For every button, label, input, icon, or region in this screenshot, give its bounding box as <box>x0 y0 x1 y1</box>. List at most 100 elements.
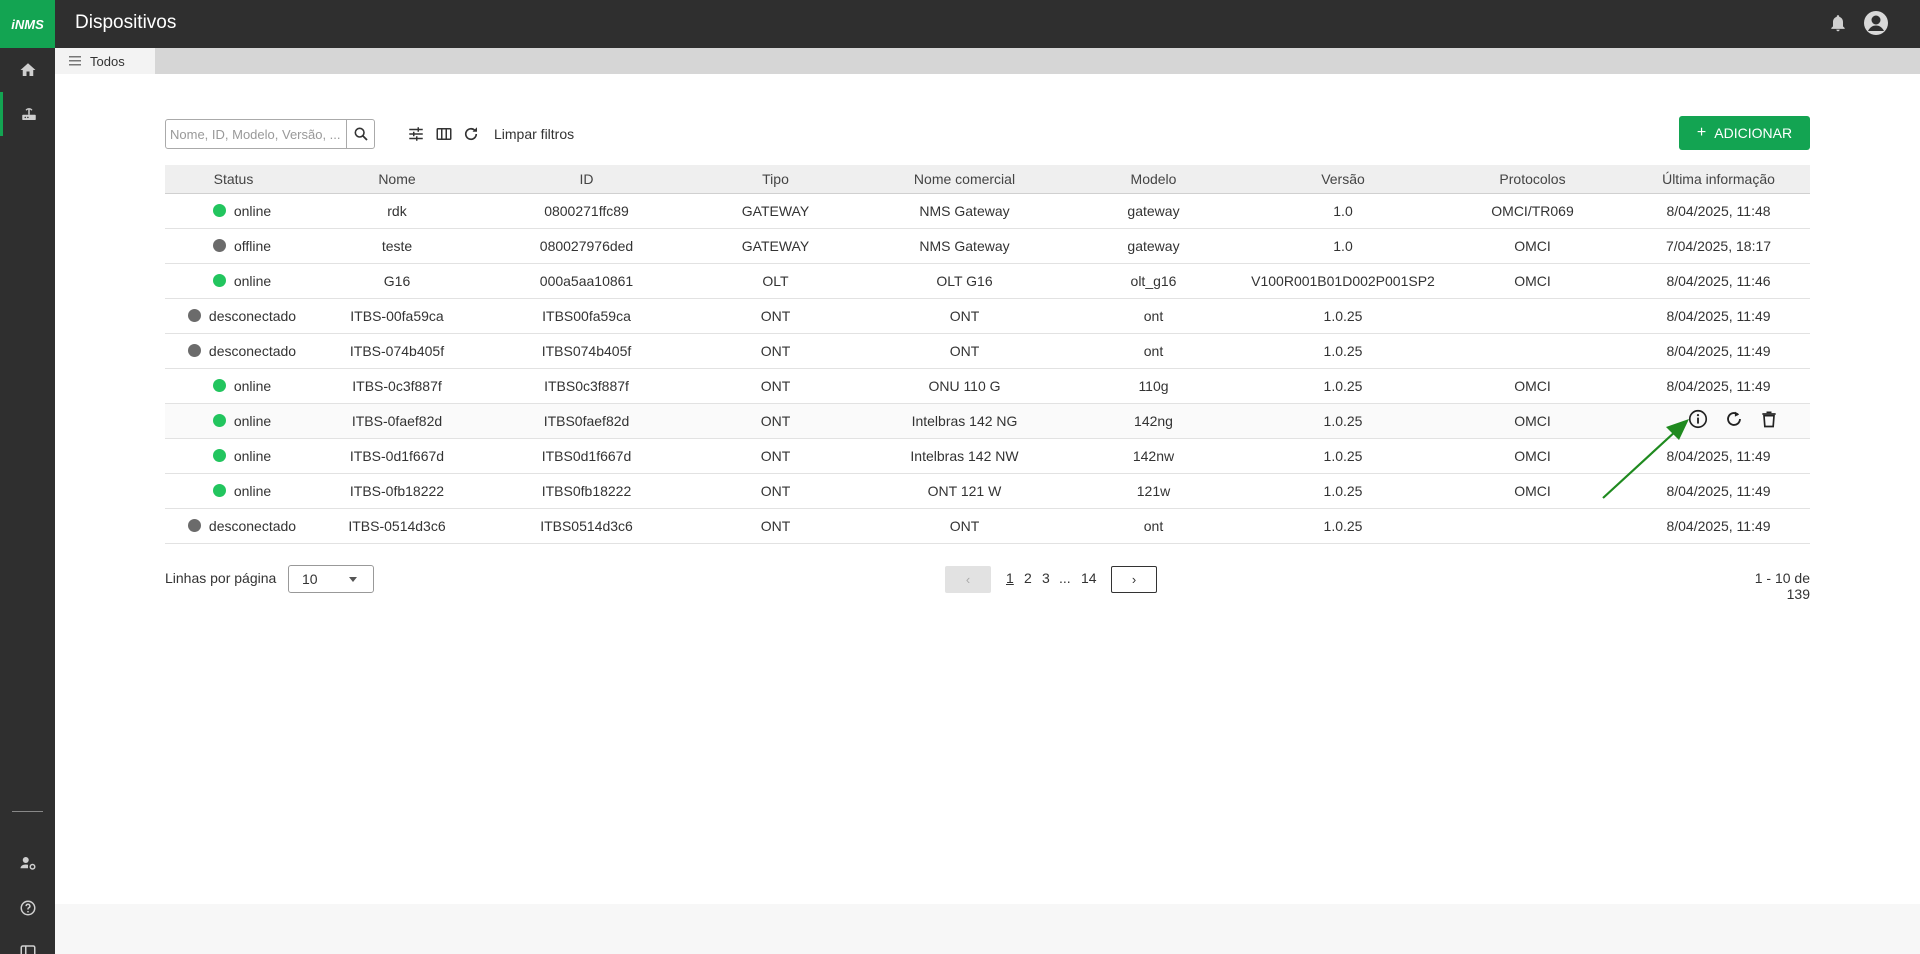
status-label: online <box>233 272 272 289</box>
sidebar-item-collapse[interactable] <box>0 930 55 954</box>
columns-button[interactable] <box>434 124 454 144</box>
cell-nome: ITBS-0514d3c6 <box>348 517 446 534</box>
cell-id: ITBS00fa59ca <box>542 307 631 324</box>
sidebar-item-help[interactable] <box>0 886 55 930</box>
table-row[interactable]: online G16 000a5aa10861 OLT OLT G16 olt_g16 V1… <box>165 263 1810 298</box>
cell-tipo: ONT <box>760 482 791 499</box>
top-bar: iNMS Dispositivos <box>0 0 1920 48</box>
cell-versao: 1.0.25 <box>1323 377 1363 394</box>
table-row[interactable]: desconectado ITBS-074b405f ITBS074b405f ONT… <box>165 333 1810 368</box>
header-ultima-informacao[interactable]: Última informação <box>1627 165 1810 193</box>
filters-button[interactable] <box>406 124 426 144</box>
sidebar-item-user-settings[interactable] <box>0 841 55 885</box>
table-row[interactable]: desconectado ITBS-0514d3c6 ITBS0514d3c6 ONT… <box>165 508 1810 543</box>
table-row[interactable]: online ITBS-0fb18222 ITBS0fb18222 ONT ONT 12… <box>165 473 1810 508</box>
cell-status: offline <box>165 228 302 263</box>
cell-status: online <box>165 473 302 508</box>
tab-label: Todos <box>90 53 125 69</box>
notifications-bell-icon[interactable] <box>1828 13 1848 33</box>
page-title: Dispositivos <box>75 12 177 33</box>
page-3-link[interactable]: 3 <box>1042 570 1050 586</box>
status-dot-icon <box>187 309 201 323</box>
table-row[interactable]: online ITBS-0faef82d ITBS0faef82d ONT Intelb… <box>165 403 1810 438</box>
page-1-link[interactable]: 1 <box>1006 570 1014 586</box>
header-tipo[interactable]: Tipo <box>681 165 870 193</box>
next-page-button[interactable]: › <box>1111 566 1157 593</box>
page-14-link[interactable]: 14 <box>1081 570 1097 586</box>
cell-protocolos: OMCI <box>1514 482 1551 499</box>
cell-tipo: GATEWAY <box>741 237 810 254</box>
cell-status: online <box>165 263 302 298</box>
search-button[interactable] <box>346 120 374 148</box>
cell-status: desconectado <box>165 298 302 333</box>
status-label: desconectado <box>208 517 297 534</box>
cell-versao: 1.0.25 <box>1323 307 1363 324</box>
cell-protocolos <box>1438 508 1627 543</box>
search-icon <box>354 127 368 141</box>
header-protocolos[interactable]: Protocolos <box>1438 165 1627 193</box>
header-modelo[interactable]: Modelo <box>1059 165 1248 193</box>
status-label: offline <box>233 237 272 254</box>
rows-per-page-select[interactable]: 10 <box>288 565 374 593</box>
header-id[interactable]: ID <box>492 165 681 193</box>
cell-comercial: OLT G16 <box>936 272 993 289</box>
previous-page-button[interactable]: ‹ <box>945 566 991 593</box>
header-status[interactable]: Status <box>165 165 302 193</box>
table-row[interactable]: desconectado ITBS-00fa59ca ITBS00fa59ca ONT… <box>165 298 1810 333</box>
status-label: online <box>233 482 272 499</box>
cell-status: desconectado <box>165 333 302 368</box>
header-nome-comercial[interactable]: Nome comercial <box>870 165 1059 193</box>
cell-id: ITBS074b405f <box>541 342 632 359</box>
clear-filters-link[interactable]: Limpar filtros <box>494 126 574 142</box>
cell-versao: 1.0.25 <box>1323 482 1363 499</box>
devices-table: Status Nome ID Tipo Nome comercial Model… <box>165 165 1810 544</box>
pagination-range: 1 - 10 de 139 <box>1754 570 1810 602</box>
columns-icon <box>436 128 452 140</box>
cell-id: ITBS0faef82d <box>543 412 630 429</box>
sidebar-item-home[interactable] <box>0 48 55 92</box>
cell-protocolos: OMCI <box>1514 237 1551 254</box>
table-row[interactable]: online rdk 0800271ffc89 GATEWAY NMS Gateway g… <box>165 193 1810 228</box>
cell-ultima: 8/04/2025, 11:49 <box>1666 482 1771 499</box>
cell-status: online <box>165 438 302 473</box>
filter-sliders-icon <box>409 127 423 141</box>
status-dot-icon <box>187 519 201 533</box>
table-row[interactable]: online ITBS-0d1f667d ITBS0d1f667d ONT Intelb… <box>165 438 1810 473</box>
tab-todos[interactable]: Todos <box>55 48 155 74</box>
table-row[interactable]: online ITBS-0c3f887f ITBS0c3f887f ONT ONU 11… <box>165 368 1810 403</box>
cell-modelo: gateway <box>1127 202 1180 219</box>
cell-modelo: 142ng <box>1134 412 1173 429</box>
status-dot-icon <box>212 239 226 253</box>
cell-modelo: 142nw <box>1132 447 1175 464</box>
cell-tipo: ONT <box>760 412 791 429</box>
trash-icon[interactable] <box>1759 409 1779 429</box>
cell-nome: teste <box>381 237 413 254</box>
header-versao[interactable]: Versão <box>1248 165 1438 193</box>
refresh-icon[interactable] <box>1723 408 1745 430</box>
cell-row-actions <box>1627 403 1810 438</box>
app-logo[interactable]: iNMS <box>0 0 55 48</box>
refresh-button[interactable] <box>461 124 481 144</box>
cell-nome: G16 <box>383 272 411 289</box>
tab-strip: Todos <box>55 48 1920 74</box>
info-icon[interactable] <box>1687 408 1709 430</box>
table-row[interactable]: offline teste 080027976ded GATEWAY NMS Gatew… <box>165 228 1810 263</box>
cell-comercial: Intelbras 142 NW <box>910 447 1019 464</box>
cell-tipo: ONT <box>760 307 791 324</box>
add-device-button[interactable]: + ADICIONAR <box>1679 116 1810 150</box>
page-2-link[interactable]: 2 <box>1024 570 1032 586</box>
user-avatar-icon[interactable] <box>1863 10 1889 36</box>
cell-comercial: NMS Gateway <box>919 202 1010 219</box>
search-input[interactable] <box>170 124 340 144</box>
status-label: online <box>233 377 272 394</box>
cell-tipo: GATEWAY <box>741 202 810 219</box>
cell-ultima: 8/04/2025, 11:49 <box>1666 517 1771 534</box>
sidebar-item-devices[interactable] <box>0 92 55 136</box>
status-label: desconectado <box>208 342 297 359</box>
cell-ultima: 8/04/2025, 11:49 <box>1666 377 1771 394</box>
cell-ultima: 8/04/2025, 11:46 <box>1666 272 1771 289</box>
cell-status: online <box>165 193 302 228</box>
cell-tipo: OLT <box>762 272 789 289</box>
cell-ultima: 8/04/2025, 11:48 <box>1666 202 1771 219</box>
header-nome[interactable]: Nome <box>302 165 492 193</box>
